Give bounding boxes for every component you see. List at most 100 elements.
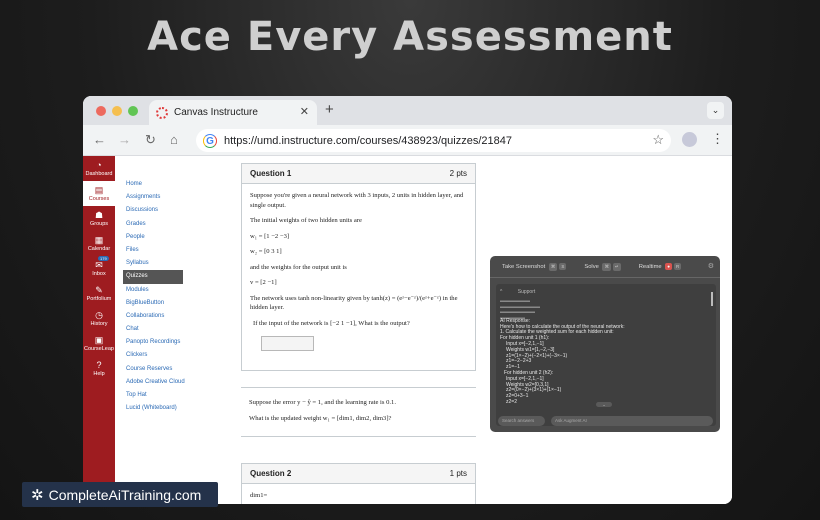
take-screenshot-label: Take Screenshot: [502, 263, 546, 270]
course-nav-clickers[interactable]: Clickers: [123, 349, 185, 362]
scrollbar-thumb[interactable]: [711, 292, 713, 306]
tab-close-icon[interactable]: ✕: [300, 105, 309, 118]
browser-tab[interactable]: Canvas Instructure ✕: [149, 100, 317, 125]
help-icon: ?: [96, 360, 102, 370]
inbox-count-badge: 179: [98, 256, 109, 261]
question-title: Question 1: [250, 169, 292, 178]
gnav-inbox[interactable]: ✉ Inbox 179: [83, 256, 115, 281]
course-nav-discussions[interactable]: Discussions: [123, 204, 185, 217]
course-nav-collaborations[interactable]: Collaborations: [123, 310, 185, 323]
profile-avatar[interactable]: [682, 132, 697, 147]
gnav-calendar[interactable]: ▦ Calendar: [83, 231, 115, 256]
course-nav-syllabus[interactable]: Syllabus: [123, 257, 185, 270]
book-icon: ▤: [94, 185, 104, 195]
question-title: Question 2: [250, 469, 292, 478]
shortcut-key-icon: S: [559, 262, 567, 270]
shortcut-key-icon: ⌘: [602, 262, 611, 271]
gnav-history[interactable]: ◷ History: [83, 306, 115, 331]
course-nav-files[interactable]: Files: [123, 244, 185, 257]
tab-search-icon[interactable]: ⌄: [707, 102, 724, 119]
menu-kebab-icon[interactable]: ⋮: [711, 131, 724, 147]
solve-button[interactable]: Solve ⌘ ↵: [584, 262, 621, 271]
url-text: https://umd.instructure.com/courses/4389…: [224, 134, 512, 147]
realtime-toggle[interactable]: Realtime ● R: [638, 263, 682, 270]
ai-tab-row: ^ Support: [500, 289, 712, 296]
address-bar[interactable]: G https://umd.instructure.com/courses/43…: [196, 129, 671, 152]
maximize-window-button[interactable]: [128, 106, 138, 116]
home-icon[interactable]: ⌂: [170, 132, 178, 147]
shortcut-key-icon: ⌘: [548, 262, 558, 271]
gnav-dashboard[interactable]: ◔ Dashboard: [83, 156, 115, 181]
gnav-label: History: [90, 321, 108, 327]
back-icon[interactable]: ←: [93, 132, 106, 147]
course-nav-tophat[interactable]: Top Hat: [123, 389, 185, 402]
gnav-label: Inbox: [92, 271, 106, 277]
question-1-body: Suppose you're given a neural network wi…: [242, 184, 475, 370]
reload-icon[interactable]: ↻: [145, 132, 156, 148]
course-nav-lucid[interactable]: Lucid (Whiteboard): [123, 402, 185, 415]
course-nav-grades[interactable]: Grades: [123, 218, 185, 231]
course-nav-bigbluebutton[interactable]: BigBlueButton: [123, 297, 185, 310]
gnav-label: Portfolium: [86, 296, 112, 302]
solve-label: Solve: [584, 263, 599, 270]
dashboard-icon: ◔: [96, 160, 102, 170]
gnav-portfolium[interactable]: ✎ Portfolium: [83, 281, 115, 306]
take-screenshot-button[interactable]: Take Screenshot ⌘ S: [502, 262, 567, 271]
canvas-favicon-icon: [156, 106, 168, 119]
close-window-button[interactable]: [96, 106, 106, 116]
brand-text: CompleteAiTraining.com: [48, 486, 202, 503]
chevron-up-icon[interactable]: ^: [500, 289, 502, 295]
tab-title: Canvas Instructure: [174, 107, 258, 118]
browser-toolbar: ← → ↻ ⌂ G https://umd.instructure.com/co…: [83, 125, 732, 156]
course-nav-quizzes[interactable]: Quizzes: [123, 270, 183, 284]
weight-v: v = [2 −1]: [250, 279, 277, 286]
collapse-handle[interactable]: ⌄: [596, 402, 612, 407]
forward-icon[interactable]: →: [118, 132, 131, 147]
realtime-label: Realtime: [638, 264, 662, 270]
google-icon: G: [203, 133, 217, 148]
course-nav-home[interactable]: Home: [123, 178, 185, 191]
question-2: Question 2 1 pts dim1=: [241, 463, 476, 504]
sparkle-logo-icon: ✲: [31, 486, 44, 504]
shortcut-key-icon: ↵: [612, 262, 621, 271]
gnav-courseleap[interactable]: ▣ CourseLeap: [83, 331, 115, 356]
course-nav-assignments[interactable]: Assignments: [123, 191, 185, 204]
history-icon: ◷: [95, 310, 103, 320]
settings-icon[interactable]: ⚙: [708, 262, 714, 270]
ai-tab-label: Support: [517, 289, 536, 295]
calendar-icon: ▦: [94, 235, 104, 245]
minimize-window-button[interactable]: [112, 106, 122, 116]
question-extra: Suppose the error y − ŷ = 1, and the lea…: [241, 387, 476, 437]
courseleap-icon: ▣: [94, 335, 104, 345]
course-nav-modules[interactable]: Modules: [123, 284, 185, 297]
headline: Ace Every Assessment: [147, 14, 673, 60]
answer-input[interactable]: [261, 336, 314, 351]
inbox-icon: ✉: [95, 260, 103, 270]
question-2-body: dim1=: [242, 484, 475, 504]
shortcut-key-icon: R: [673, 263, 682, 270]
output-weights-label: and the weights for the output unit is: [250, 263, 347, 271]
gnav-help[interactable]: ? Help: [83, 356, 115, 381]
course-nav-people[interactable]: People: [123, 231, 185, 244]
global-nav: ◔ Dashboard ▤ Courses ☗ Groups ▦ Calenda…: [83, 156, 115, 504]
input-text: If the input of the network is [−2 1 −1]…: [253, 319, 410, 327]
gnav-label: CourseLeap: [84, 346, 114, 352]
record-icon: ●: [665, 263, 672, 270]
bookmark-star-icon[interactable]: ☆: [652, 132, 664, 148]
course-nav-reserves[interactable]: Course Reserves: [123, 363, 185, 376]
question-1: Question 1 2 pts Suppose you're given a …: [241, 163, 476, 371]
course-nav-adobe[interactable]: Adobe Creative Cloud: [123, 376, 185, 389]
new-tab-icon[interactable]: +: [325, 101, 334, 118]
question-intro: Suppose you're given a neural network wi…: [250, 192, 464, 209]
question-points: 1 pts: [449, 469, 467, 478]
course-nav-chat[interactable]: Chat: [123, 323, 185, 336]
search-answers-input[interactable]: Search answers: [498, 416, 545, 426]
groups-icon: ☗: [94, 210, 104, 220]
weight-w1: w₁ = [1 −2 −3]: [250, 232, 290, 240]
faint-text-block: ▬▬▬▬▬▬ ▬▬▬▬▬▬▬▬ ▬▬▬▬▬▬▬ ▬▬▬▬▬: [500, 297, 540, 322]
gnav-label: Dashboard: [85, 171, 113, 177]
ask-ai-input[interactable]: Ask Augment AI: [551, 416, 713, 426]
gnav-courses[interactable]: ▤ Courses: [83, 181, 115, 206]
gnav-groups[interactable]: ☗ Groups: [83, 206, 115, 231]
course-nav-panopto[interactable]: Panopto Recordings: [123, 336, 185, 349]
